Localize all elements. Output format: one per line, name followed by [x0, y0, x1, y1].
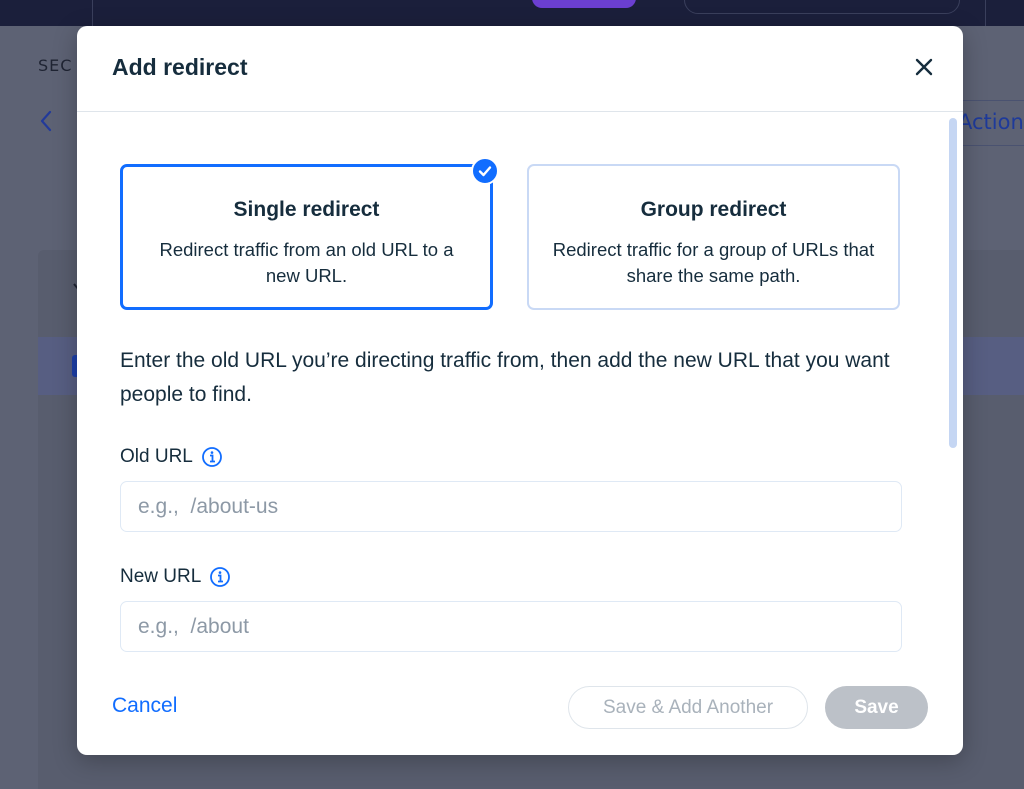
old-url-label: Old URL	[120, 446, 223, 468]
option-description: Redirect traffic for a group of URLs tha…	[552, 239, 875, 286]
modal-title: Add redirect	[112, 54, 248, 80]
instructions-text: Enter the old URL you’re directing traff…	[120, 349, 890, 406]
close-button[interactable]	[907, 50, 941, 84]
info-icon[interactable]	[209, 566, 231, 588]
save-button[interactable]: Save	[825, 686, 928, 729]
add-redirect-modal: Add redirect Single redirect Redirect tr…	[77, 26, 963, 755]
new-url-input[interactable]	[120, 601, 902, 652]
option-description: Redirect traffic from an old URL to a ne…	[159, 239, 454, 286]
old-url-input[interactable]	[120, 481, 902, 532]
close-icon	[915, 58, 933, 76]
option-title: Single redirect	[233, 198, 380, 221]
single-redirect-option[interactable]: Single redirect Redirect traffic from an…	[120, 164, 493, 310]
top-bar-divider	[92, 0, 93, 26]
back-chevron-icon	[38, 109, 54, 139]
modal-header: Add redirect	[77, 26, 963, 112]
upgrade-pill	[532, 0, 636, 8]
cancel-button[interactable]: Cancel	[112, 694, 177, 718]
option-title: Group redirect	[640, 198, 787, 221]
top-bar	[0, 0, 1024, 26]
save-and-add-another-button[interactable]: Save & Add Another	[568, 686, 808, 729]
modal-scrollbar[interactable]	[949, 118, 957, 448]
new-url-label: New URL	[120, 566, 231, 588]
top-bar-divider	[985, 0, 986, 26]
top-search-box	[684, 0, 960, 14]
section-heading: SEC	[38, 56, 73, 75]
group-redirect-option[interactable]: Group redirect Redirect traffic for a gr…	[527, 164, 900, 310]
actions-button-label: Action	[958, 110, 1024, 134]
selected-check-icon	[471, 157, 499, 185]
info-icon[interactable]	[201, 446, 223, 468]
old-url-label-text: Old URL	[120, 446, 193, 467]
new-url-label-text: New URL	[120, 566, 202, 587]
